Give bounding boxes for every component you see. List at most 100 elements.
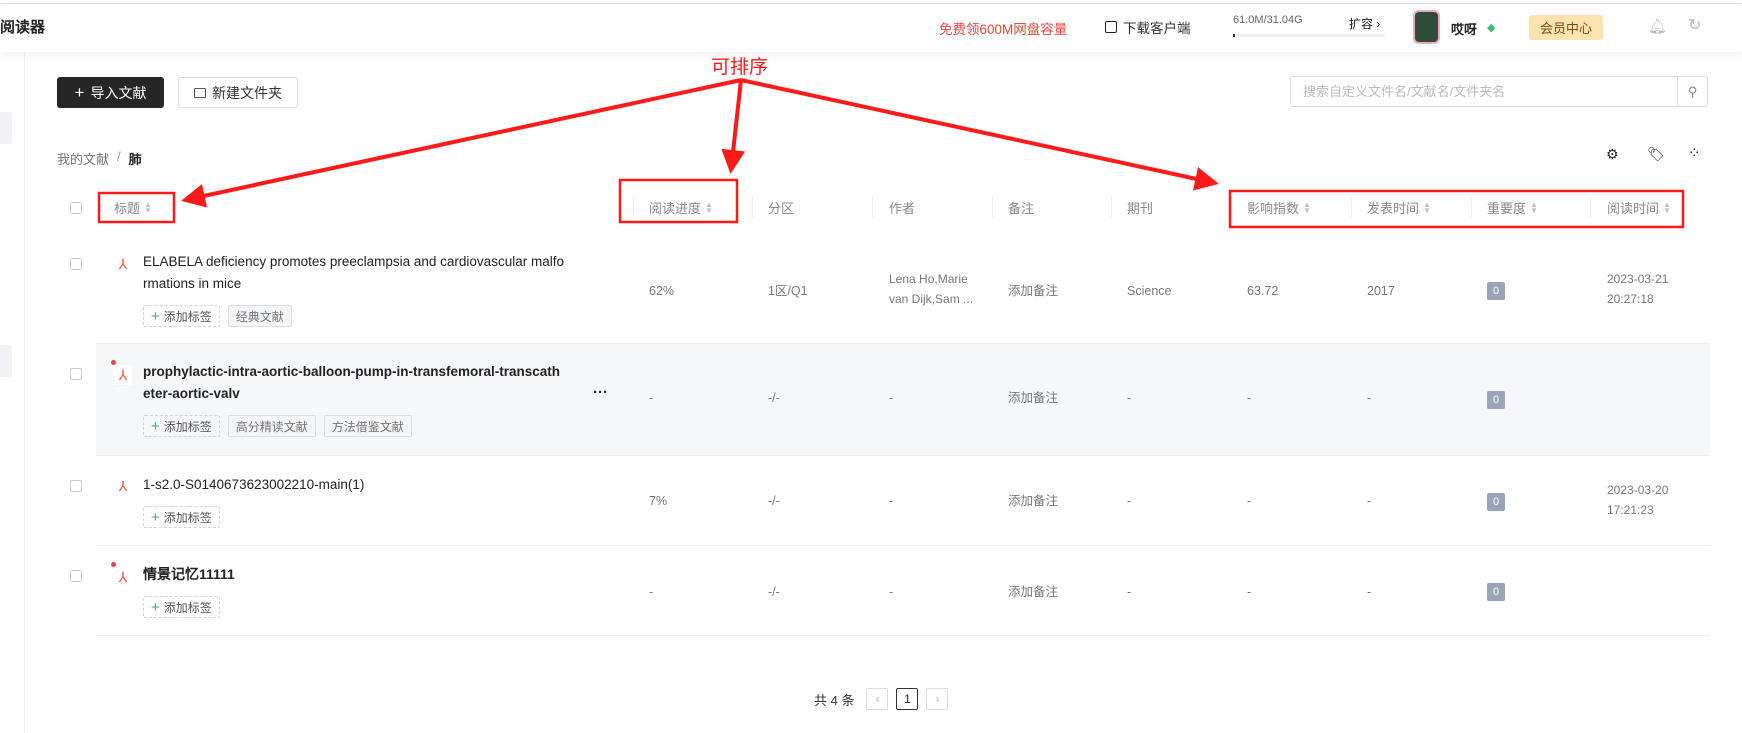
table-row[interactable]: ⅄ ELABELA deficiency promotes preeclamps…: [70, 244, 1710, 344]
pagination: 共 4 条 ‹ 1 ›: [814, 688, 949, 710]
row-title[interactable]: ELABELA deficiency promotes preeclampsia…: [143, 251, 564, 295]
add-tag-button[interactable]: + 添加标签: [143, 596, 220, 618]
bell-icon[interactable]: 🔔︎: [1648, 17, 1667, 35]
add-tag-button[interactable]: + 添加标签: [143, 415, 220, 437]
progress-cell: -: [649, 391, 654, 405]
add-tag-label: 添加标签: [163, 309, 212, 324]
tag-list: + 添加标签: [143, 506, 220, 528]
pdf-icon: ⅄: [114, 254, 132, 274]
column-progress[interactable]: 阅读进度 ▲ ▼: [649, 198, 713, 217]
select-all-checkbox[interactable]: [70, 202, 82, 214]
row-title[interactable]: 情景记忆11111: [143, 563, 235, 585]
journal-cell: -: [1127, 391, 1132, 405]
readtime-date: 2023-03-20: [1607, 483, 1669, 497]
tag[interactable]: 经典文献: [227, 305, 292, 327]
table-row[interactable]: ⅄ prophylactic-intra-aortic-balloon-pump…: [70, 344, 1710, 456]
plus-icon: +: [74, 82, 85, 102]
row-title-line: prophylactic-intra-aortic-balloon-pump-i…: [143, 364, 561, 379]
column-pubtime[interactable]: 发表时间 ▲ ▼: [1367, 198, 1431, 217]
column-separator: [1111, 196, 1112, 218]
add-tag-button[interactable]: + 添加标签: [143, 305, 220, 327]
more-actions-button[interactable]: ···: [593, 384, 608, 401]
vip-gem-icon: ◆: [1487, 22, 1496, 34]
row-title-line: rmations in mice: [143, 276, 242, 291]
readtime-time: 20:27:18: [1607, 292, 1654, 306]
pubtime-cell: 2017: [1367, 284, 1395, 298]
author-cell: -: [889, 585, 894, 599]
import-label: 导入文献: [90, 84, 147, 101]
table-row[interactable]: ⅄ 情景记忆11111 + 添加标签 - -/- - 添加备注 - - - 0: [70, 546, 1710, 636]
column-author: 作者: [889, 198, 915, 217]
column-separator: [752, 196, 753, 218]
journal-cell: Science: [1127, 284, 1172, 298]
tag[interactable]: 方法借鉴文献: [323, 415, 412, 437]
import-button[interactable]: + 导入文献: [57, 77, 164, 108]
member-center-button[interactable]: 会员中心: [1529, 15, 1603, 40]
sort-icon: ▲ ▼: [705, 199, 713, 215]
storage-usage: 61.0M/31.04G: [1233, 14, 1303, 26]
row-checkbox[interactable]: [70, 258, 82, 270]
add-tag-button[interactable]: + 添加标签: [143, 506, 220, 528]
new-folder-button[interactable]: 新建文件夹: [178, 77, 298, 108]
column-author-label: 作者: [889, 201, 916, 216]
importance-badge[interactable]: 0: [1487, 583, 1505, 601]
avatar[interactable]: [1413, 10, 1440, 44]
readtime-cell: 2023-03-20 17:21:23: [1607, 480, 1668, 520]
column-title-label: 标题: [114, 201, 141, 216]
sidebar-item[interactable]: [0, 345, 12, 377]
search-box: ⚲: [1290, 76, 1708, 107]
importance-badge[interactable]: 0: [1487, 282, 1505, 300]
zone-cell: -/-: [768, 494, 780, 508]
table-row[interactable]: ⅄ 1-s2.0-S0140673623002210-main(1) + 添加标签…: [70, 456, 1710, 546]
add-note-link[interactable]: 添加备注: [1008, 491, 1058, 511]
pdf-icon: ⅄: [114, 476, 132, 496]
add-tag-label: 添加标签: [163, 510, 212, 525]
search-button[interactable]: ⚲: [1677, 77, 1707, 106]
row-title[interactable]: prophylactic-intra-aortic-balloon-pump-i…: [143, 361, 560, 405]
importance-badge[interactable]: 0: [1487, 391, 1505, 409]
column-separator: [1351, 196, 1352, 218]
page-1-button[interactable]: 1: [896, 688, 919, 710]
add-note-link[interactable]: 添加备注: [1008, 582, 1058, 602]
column-readtime-label: 阅读时间: [1607, 201, 1660, 216]
author-cell: Lena Ho,Marie van Dijk,Sam ...: [889, 269, 973, 309]
column-separator: [633, 196, 634, 218]
prev-page-button[interactable]: ‹: [866, 688, 889, 710]
row-title[interactable]: 1-s2.0-S0140673623002210-main(1): [143, 474, 364, 496]
expand-storage-link[interactable]: 扩容 ›: [1349, 15, 1380, 32]
column-pubtime-label: 发表时间: [1367, 201, 1420, 216]
search-input[interactable]: [1291, 77, 1677, 106]
download-client-label: 下载客户端: [1123, 21, 1191, 36]
help-icon[interactable]: ↻: [1688, 15, 1701, 35]
add-note-link[interactable]: 添加备注: [1008, 388, 1058, 408]
annotation-arrow: [721, 79, 746, 174]
progress-cell: 7%: [649, 494, 668, 508]
zone-cell: -/-: [768, 391, 780, 405]
author-cell: -: [889, 494, 894, 508]
sidebar-divider: [24, 52, 25, 733]
next-page-button[interactable]: ›: [926, 688, 949, 710]
breadcrumb-root[interactable]: 我的文献: [57, 149, 109, 168]
column-readtime[interactable]: 阅读时间 ▲ ▼: [1607, 198, 1671, 217]
download-client-button[interactable]: 下载客户端: [1105, 17, 1191, 37]
column-journal-label: 期刊: [1127, 201, 1154, 216]
journal-cell: -: [1127, 494, 1132, 508]
progress-cell: 62%: [649, 284, 675, 298]
sidebar-item[interactable]: [0, 112, 12, 144]
importance-badge[interactable]: 0: [1487, 493, 1505, 511]
column-note: 备注: [1008, 198, 1034, 217]
pubtime-cell: -: [1367, 494, 1372, 508]
row-checkbox[interactable]: [70, 368, 82, 380]
tag-icon[interactable]: 🏷︎: [1647, 146, 1665, 163]
column-title[interactable]: 标题 ▲ ▼: [114, 198, 152, 217]
column-importance-label: 重要度: [1487, 201, 1527, 216]
settings-icon[interactable]: ⚙: [1606, 146, 1619, 163]
row-checkbox[interactable]: [70, 480, 82, 492]
grid-view-icon[interactable]: ⁘: [1688, 144, 1701, 162]
row-checkbox[interactable]: [70, 570, 82, 582]
add-note-link[interactable]: 添加备注: [1008, 281, 1058, 301]
column-impact[interactable]: 影响指数 ▲ ▼: [1247, 198, 1311, 217]
free-storage-link[interactable]: 免费领600M网盘容量: [939, 18, 1067, 38]
column-importance[interactable]: 重要度 ▲ ▼: [1487, 198, 1538, 217]
tag[interactable]: 高分精读文献: [227, 415, 316, 437]
